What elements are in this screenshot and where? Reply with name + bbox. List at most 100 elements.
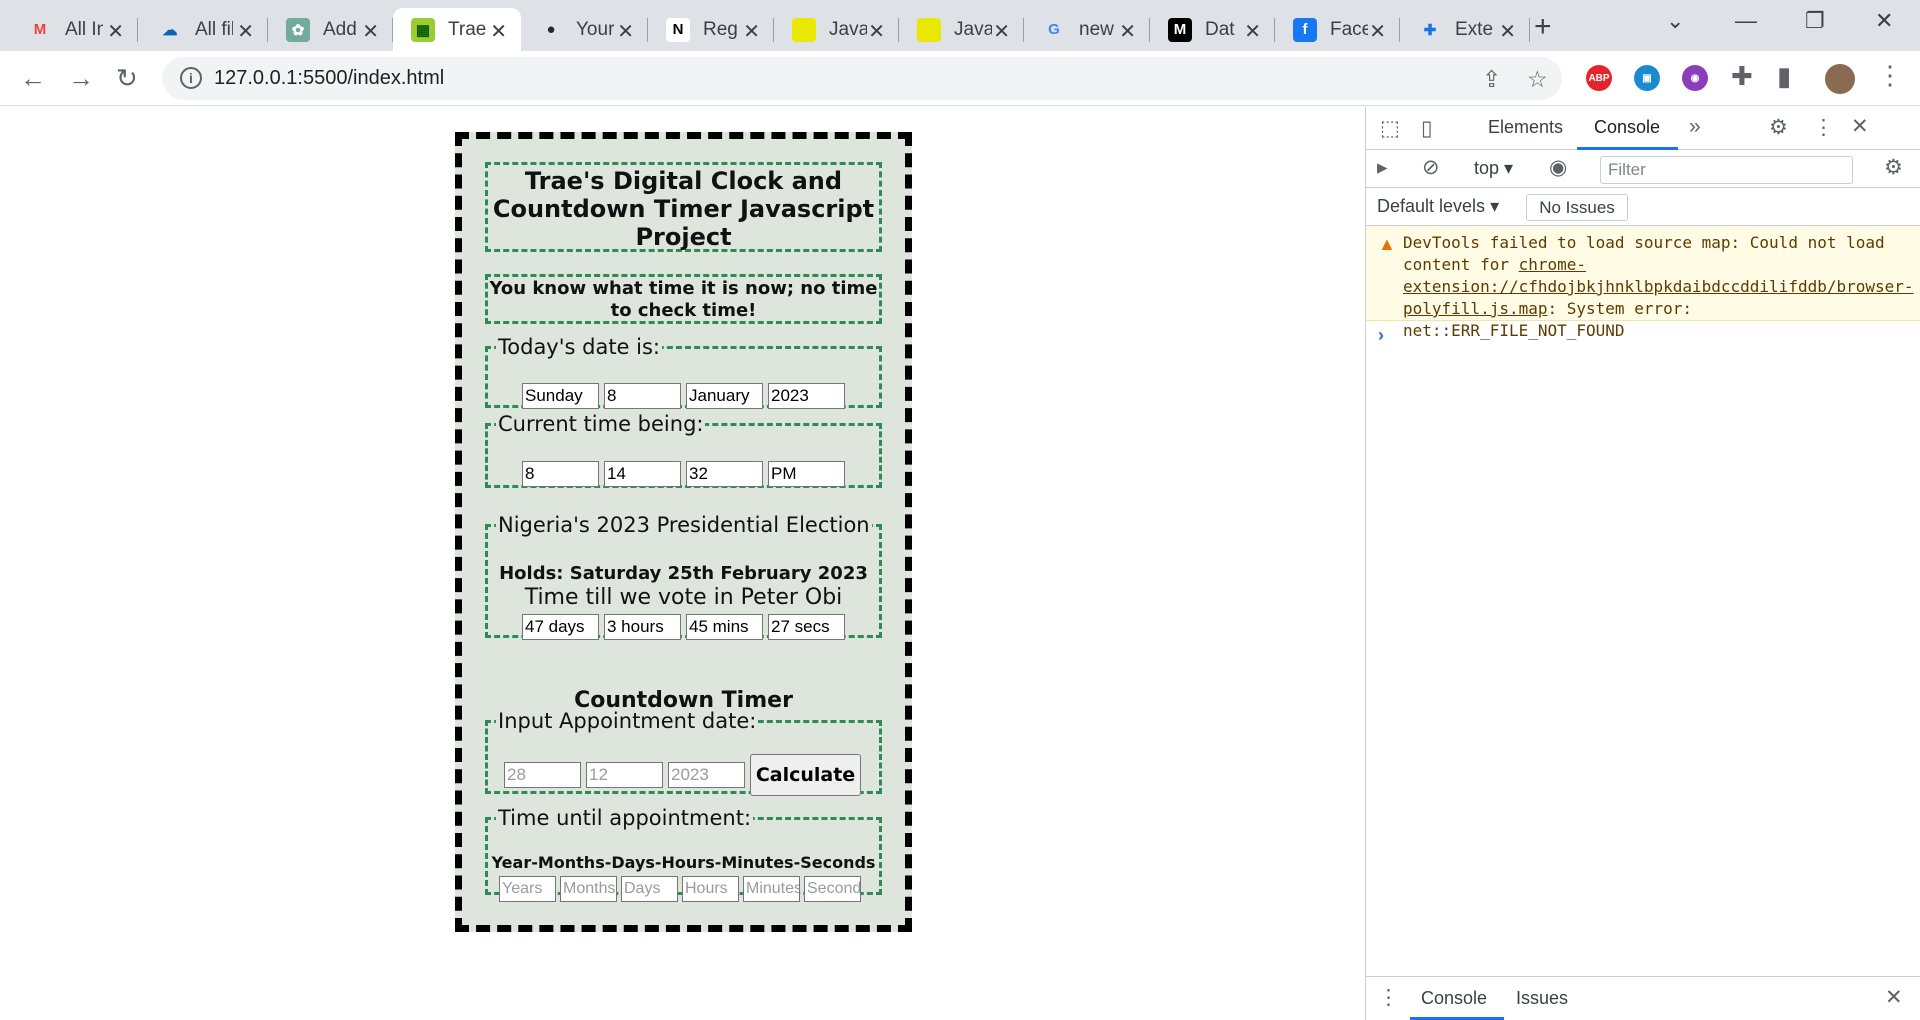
close-tab-icon[interactable]: ✕: [1369, 19, 1386, 44]
tab-search-chevron-icon[interactable]: ⌄: [1666, 8, 1684, 34]
close-tab-icon[interactable]: ✕: [1244, 19, 1261, 44]
browser-tab[interactable]: ☁ All files✕: [140, 8, 268, 51]
close-devtools-icon[interactable]: ✕: [1851, 114, 1869, 139]
extensions-puzzle-icon[interactable]: ✚: [1731, 61, 1753, 92]
close-drawer-icon[interactable]: ✕: [1885, 985, 1903, 1010]
color-picker-icon[interactable]: ◉: [1682, 65, 1708, 91]
close-tab-icon[interactable]: ✕: [993, 19, 1010, 44]
issues-counter[interactable]: No Issues: [1526, 194, 1628, 221]
live-expression-eye-icon[interactable]: ◉: [1549, 155, 1567, 180]
hours-left-field[interactable]: 3 hours: [604, 614, 681, 640]
site-info-icon[interactable]: i: [180, 67, 202, 89]
device-toolbar-icon[interactable]: ▯: [1421, 116, 1433, 141]
profile-avatar[interactable]: [1825, 64, 1855, 94]
chrome-menu-icon[interactable]: ⋮: [1877, 60, 1903, 91]
clock-app-card: Trae's Digital Clock and Countdown Timer…: [455, 132, 912, 932]
sidebar-toggle-icon[interactable]: ▸: [1377, 155, 1388, 180]
appointment-year-input[interactable]: 2023: [668, 762, 745, 788]
close-tab-icon[interactable]: ✕: [237, 19, 254, 44]
restore-window-icon[interactable]: ❐: [1805, 8, 1825, 34]
days-output[interactable]: Days: [621, 876, 678, 902]
qr-icon: ▦: [411, 17, 435, 42]
appointment-day-input[interactable]: 28: [504, 762, 581, 788]
clear-console-icon[interactable]: ⊘: [1422, 155, 1440, 180]
time-legend: Current time being:: [498, 412, 704, 436]
close-tab-icon[interactable]: ✕: [362, 19, 379, 44]
settings-gear-icon[interactable]: ⚙: [1769, 115, 1788, 140]
years-output[interactable]: Years: [499, 876, 556, 902]
new-tab-plus-icon[interactable]: +: [1534, 10, 1552, 44]
close-tab-icon[interactable]: ✕: [868, 19, 885, 44]
hours-output[interactable]: Hours: [682, 876, 739, 902]
hour-field[interactable]: 8: [522, 461, 599, 487]
browser-tab[interactable]: Java ✕: [899, 8, 1024, 51]
minutes-output[interactable]: Minutes: [743, 876, 800, 902]
close-tab-icon[interactable]: ✕: [743, 19, 760, 44]
address-bar[interactable]: i 127.0.0.1:5500/index.html ⇪ ☆: [162, 57, 1562, 100]
inspect-element-icon[interactable]: ⬚: [1380, 116, 1400, 141]
day-number-field[interactable]: 8: [604, 383, 681, 409]
tab-title: Java: [954, 18, 992, 40]
bookmark-star-icon[interactable]: ☆: [1527, 66, 1548, 93]
warning-text: DevTools failed to load source map: Coul…: [1403, 232, 1918, 342]
days-left-field[interactable]: 47 days: [522, 614, 599, 640]
context-selector[interactable]: top ▾: [1474, 158, 1513, 179]
close-tab-icon[interactable]: ✕: [490, 19, 507, 44]
adblock-icon[interactable]: ABP: [1586, 65, 1612, 91]
tab-console[interactable]: Console: [1594, 117, 1660, 138]
url-text[interactable]: 127.0.0.1:5500/index.html: [214, 67, 444, 90]
appointment-month-input[interactable]: 12: [586, 762, 663, 788]
browser-tab[interactable]: Java ✕: [774, 8, 899, 51]
close-tab-icon[interactable]: ✕: [1499, 19, 1516, 44]
second-field[interactable]: 32: [686, 461, 763, 487]
browser-tab[interactable]: ▦ Trae's✕: [393, 8, 521, 51]
share-icon[interactable]: ⇪: [1482, 66, 1501, 93]
browser-tab[interactable]: Gnew ✕: [1024, 8, 1150, 51]
javascript-icon: [792, 17, 816, 42]
day-name-field[interactable]: Sunday: [522, 383, 599, 409]
browser-tab[interactable]: ✿ Add ✕: [268, 8, 393, 51]
browser-tab[interactable]: ● Your ✕: [521, 8, 648, 51]
minimize-window-icon[interactable]: —: [1735, 8, 1757, 34]
forward-arrow-icon[interactable]: →: [68, 63, 94, 94]
browser-tab[interactable]: N Reg ✕: [648, 8, 774, 51]
close-window-icon[interactable]: ✕: [1875, 8, 1893, 34]
screen-capture-icon[interactable]: ▣: [1634, 65, 1660, 91]
browser-tab[interactable]: M Dat ✕: [1150, 8, 1275, 51]
appointment-inputs: 28 12 2023: [504, 762, 745, 788]
reload-icon[interactable]: ↻: [116, 63, 138, 94]
time-fieldset: Current time being: 8 14 32 PM: [485, 412, 882, 488]
minute-field[interactable]: 14: [604, 461, 681, 487]
election-countdown-inputs: 47 days 3 hours 45 mins 27 secs: [522, 614, 845, 640]
calculate-button[interactable]: Calculate: [750, 754, 861, 796]
close-tab-icon[interactable]: ✕: [1119, 19, 1136, 44]
console-settings-gear-icon[interactable]: ⚙: [1884, 155, 1903, 180]
side-panel-icon[interactable]: ▮: [1777, 61, 1791, 92]
medium-icon: M: [1168, 17, 1192, 42]
drawer-tab-console[interactable]: Console: [1421, 988, 1487, 1009]
election-date: Holds: Saturday 25th February 2023: [499, 563, 868, 584]
months-output[interactable]: Months: [560, 876, 617, 902]
browser-tab[interactable]: f Face ✕: [1275, 8, 1400, 51]
console-prompt-icon[interactable]: ›: [1378, 325, 1384, 346]
close-tab-icon[interactable]: ✕: [107, 19, 124, 44]
drawer-tab-issues[interactable]: Issues: [1516, 988, 1568, 1009]
until-legend: Time until appointment:: [498, 806, 752, 830]
log-levels-dropdown[interactable]: Default levels ▾: [1377, 196, 1499, 217]
seconds-output[interactable]: Seconds: [804, 876, 861, 902]
month-field[interactable]: January: [686, 383, 763, 409]
browser-tab[interactable]: ✚ Exte ✕: [1400, 8, 1530, 51]
filter-input[interactable]: Filter: [1600, 156, 1853, 184]
ampm-field[interactable]: PM: [768, 461, 845, 487]
browser-tab[interactable]: M All Inbox✕: [10, 8, 138, 51]
close-tab-icon[interactable]: ✕: [617, 19, 634, 44]
tab-elements[interactable]: Elements: [1488, 117, 1563, 138]
mins-left-field[interactable]: 45 mins: [686, 614, 763, 640]
devtools-menu-icon[interactable]: ⋮: [1813, 115, 1834, 140]
secs-left-field[interactable]: 27 secs: [768, 614, 845, 640]
back-arrow-icon[interactable]: ←: [20, 63, 46, 94]
more-tabs-icon[interactable]: »: [1689, 115, 1701, 139]
drawer-menu-icon[interactable]: ⋮: [1378, 985, 1399, 1010]
year-field[interactable]: 2023: [768, 383, 845, 409]
devtools-tab-bar: ⬚ ▯ Elements Console » ⚙ ⋮ ✕: [1366, 107, 1920, 150]
